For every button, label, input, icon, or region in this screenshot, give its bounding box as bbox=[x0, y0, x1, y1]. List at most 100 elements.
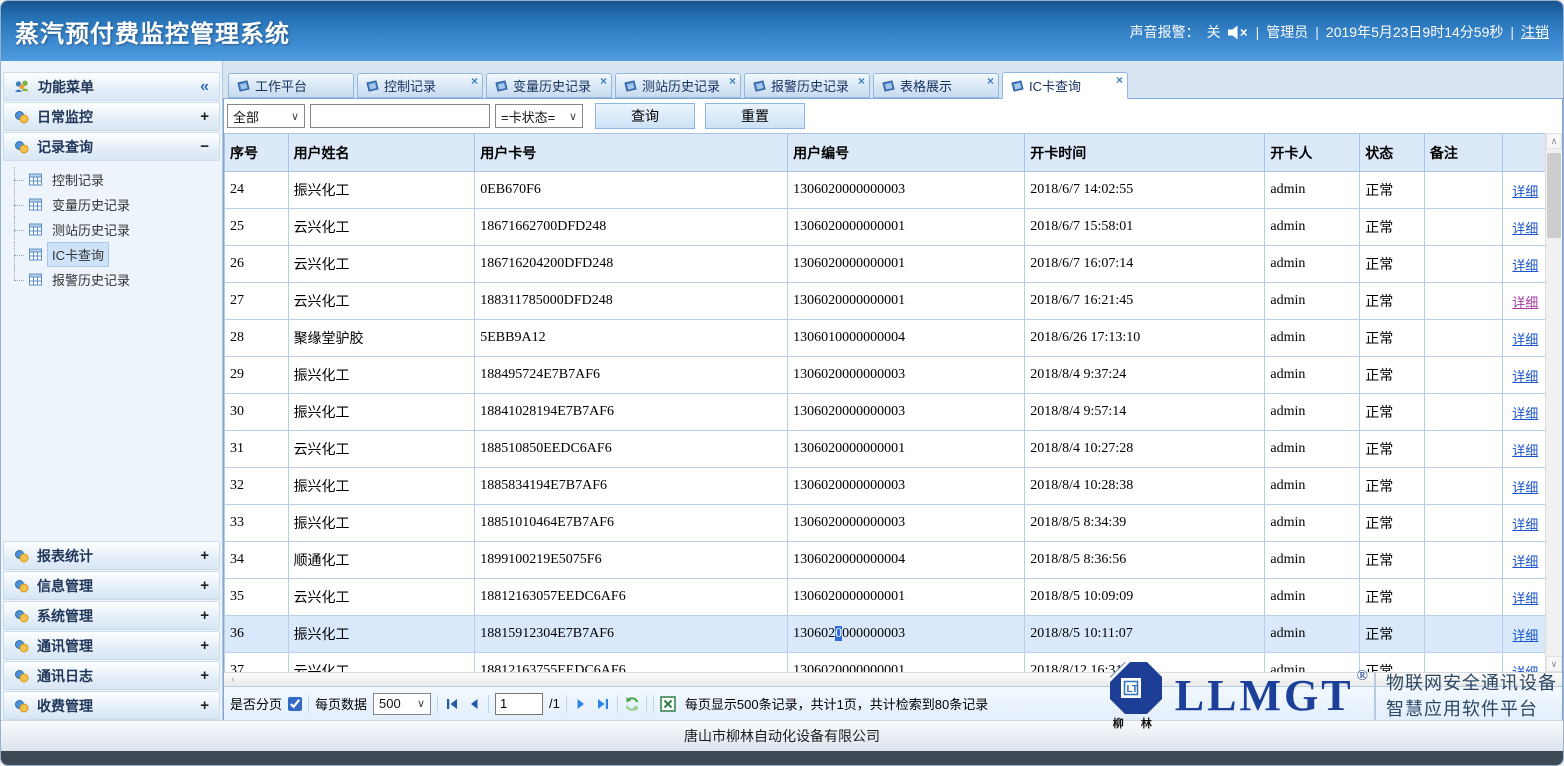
speaker-muted-icon[interactable] bbox=[1228, 25, 1249, 40]
cell-seq: 33 bbox=[225, 505, 289, 542]
sidebar-group-通讯日志[interactable]: 通讯日志 + bbox=[3, 661, 220, 690]
card-status-select[interactable]: =卡状态= ∨ bbox=[495, 104, 583, 128]
document-icon bbox=[236, 79, 250, 93]
sidebar-group-系统管理[interactable]: 系统管理 + bbox=[3, 601, 220, 630]
detail-link[interactable]: 详细 bbox=[1512, 517, 1538, 532]
sidebar-subitem-报警历史记录[interactable]: 报警历史记录 bbox=[1, 267, 222, 292]
sidebar-subitem-控制记录[interactable]: 控制记录 bbox=[1, 167, 222, 192]
tab-报警历史记录[interactable]: 报警历史记录 × bbox=[744, 73, 870, 98]
sidebar-subitem-IC卡查询[interactable]: IC卡查询 bbox=[1, 242, 222, 267]
table-row[interactable]: 26云兴化工186716204200DFD2481306020000000001… bbox=[225, 246, 1549, 283]
sidebar-subitem-测站历史记录[interactable]: 测站历史记录 bbox=[1, 217, 222, 242]
reset-button[interactable]: 重置 bbox=[705, 103, 805, 129]
table-row[interactable]: 36振兴化工18815912304E7B7AF61306020000000003… bbox=[225, 616, 1549, 653]
sound-alarm-state: 关 bbox=[1207, 22, 1221, 42]
cell-operator: admin bbox=[1265, 246, 1360, 283]
detail-link[interactable]: 详细 bbox=[1512, 369, 1538, 384]
cell-detail: 详细 bbox=[1502, 394, 1548, 431]
page-number-input[interactable] bbox=[495, 693, 543, 715]
last-page-icon[interactable] bbox=[595, 696, 611, 712]
table-row[interactable]: 31云兴化工188510850EEDC6AF613060200000000012… bbox=[225, 431, 1549, 468]
paginate-checkbox[interactable] bbox=[288, 697, 302, 711]
scrollbar-thumb[interactable] bbox=[1547, 153, 1561, 238]
tab-close-icon[interactable]: × bbox=[600, 75, 607, 87]
vertical-scrollbar[interactable]: ∧ ∨ bbox=[1545, 133, 1562, 672]
expand-state-icon[interactable]: + bbox=[200, 577, 209, 594]
category-select[interactable]: 全部 ∨ bbox=[227, 104, 305, 128]
expand-state-icon[interactable]: + bbox=[200, 697, 209, 714]
expand-state-icon[interactable]: − bbox=[200, 138, 209, 155]
sidebar-group-日常监控[interactable]: 日常监控 + bbox=[3, 102, 220, 131]
folder-group-icon bbox=[14, 699, 29, 713]
column-header-开卡人: 开卡人 bbox=[1265, 134, 1360, 172]
sidebar-menu-title[interactable]: 功能菜单 « bbox=[3, 72, 220, 101]
scroll-left-icon[interactable]: ‹ bbox=[227, 673, 239, 686]
search-input[interactable] bbox=[310, 104, 490, 128]
sidebar-group-报表统计[interactable]: 报表统计 + bbox=[3, 541, 220, 570]
tab-控制记录[interactable]: 控制记录 × bbox=[357, 73, 483, 98]
table-row[interactable]: 24振兴化工0EB670F613060200000000032018/6/7 1… bbox=[225, 172, 1549, 209]
content-panel: 全部 ∨ =卡状态= ∨ 查询 重置 序号用户 bbox=[223, 98, 1563, 721]
query-button[interactable]: 查询 bbox=[595, 103, 695, 129]
detail-link[interactable]: 详细 bbox=[1512, 480, 1538, 495]
document-icon bbox=[623, 79, 637, 93]
detail-link[interactable]: 详细 bbox=[1512, 591, 1538, 606]
expand-state-icon[interactable]: + bbox=[200, 667, 209, 684]
export-excel-icon[interactable] bbox=[660, 696, 676, 712]
sidebar-group-通讯管理[interactable]: 通讯管理 + bbox=[3, 631, 220, 660]
cell-user-code: 1306020000000001 bbox=[788, 283, 1025, 320]
logout-link[interactable]: 注销 bbox=[1521, 22, 1549, 42]
column-header-detail bbox=[1502, 134, 1548, 172]
sidebar-group-收费管理[interactable]: 收费管理 + bbox=[3, 691, 220, 720]
cell-card-number: 186716204200DFD248 bbox=[475, 246, 788, 283]
table-row[interactable]: 25云兴化工18671662700DFD24813060200000000012… bbox=[225, 209, 1549, 246]
table-row[interactable]: 35云兴化工18812163057EEDC6AF6130602000000000… bbox=[225, 579, 1549, 616]
tab-测站历史记录[interactable]: 测站历史记录 × bbox=[615, 73, 741, 98]
tab-表格展示[interactable]: 表格展示 × bbox=[873, 73, 999, 98]
table-row[interactable]: 33振兴化工18851010464E7B7AF61306020000000003… bbox=[225, 505, 1549, 542]
table-row[interactable]: 32振兴化工1885834194E7B7AF613060200000000032… bbox=[225, 468, 1549, 505]
expand-state-icon[interactable]: + bbox=[200, 547, 209, 564]
sidebar-subitem-label: IC卡查询 bbox=[47, 242, 109, 267]
expand-state-icon[interactable]: + bbox=[200, 607, 209, 624]
cell-remark bbox=[1424, 579, 1502, 616]
prev-page-icon[interactable] bbox=[466, 696, 482, 712]
tab-close-icon[interactable]: × bbox=[471, 75, 478, 87]
first-page-icon[interactable] bbox=[444, 696, 460, 712]
detail-link[interactable]: 详细 bbox=[1512, 628, 1538, 643]
sidebar-group-记录查询[interactable]: 记录查询 − bbox=[3, 132, 220, 161]
table-row[interactable]: 28聚缘堂驴胶5EBB9A1213060100000000042018/6/26… bbox=[225, 320, 1549, 357]
expand-state-icon[interactable]: + bbox=[200, 637, 209, 654]
cell-seq: 27 bbox=[225, 283, 289, 320]
logo-mark: LT 柳 林 bbox=[1109, 661, 1163, 731]
sidebar-collapse-icon[interactable]: « bbox=[200, 78, 209, 96]
tab-工作平台[interactable]: 工作平台 bbox=[228, 73, 354, 98]
table-row[interactable]: 29振兴化工188495724E7B7AF6130602000000000320… bbox=[225, 357, 1549, 394]
refresh-icon[interactable] bbox=[624, 696, 640, 712]
detail-link[interactable]: 详细 bbox=[1512, 554, 1538, 569]
cell-seq: 24 bbox=[225, 172, 289, 209]
next-page-icon[interactable] bbox=[573, 696, 589, 712]
scroll-up-icon[interactable]: ∧ bbox=[1546, 133, 1562, 149]
detail-link[interactable]: 详细 bbox=[1512, 332, 1538, 347]
detail-link[interactable]: 详细 bbox=[1512, 184, 1538, 199]
sidebar-subitem-变量历史记录[interactable]: 变量历史记录 bbox=[1, 192, 222, 217]
expand-state-icon[interactable]: + bbox=[200, 108, 209, 125]
detail-link[interactable]: 详细 bbox=[1512, 406, 1538, 421]
sidebar-group-信息管理[interactable]: 信息管理 + bbox=[3, 571, 220, 600]
detail-link[interactable]: 详细 bbox=[1512, 221, 1538, 236]
table-row[interactable]: 27云兴化工188311785000DFD2481306020000000001… bbox=[225, 283, 1549, 320]
tab-close-icon[interactable]: × bbox=[729, 75, 736, 87]
table-row[interactable]: 30振兴化工18841028194E7B7AF61306020000000003… bbox=[225, 394, 1549, 431]
cell-open-time: 2018/6/26 17:13:10 bbox=[1025, 320, 1265, 357]
table-row[interactable]: 34顺通化工1899100219E5075F613060200000000042… bbox=[225, 542, 1549, 579]
tab-close-icon[interactable]: × bbox=[1116, 74, 1123, 86]
page-size-select[interactable]: 500 ∨ bbox=[373, 693, 431, 715]
tab-IC卡查询[interactable]: IC卡查询 × bbox=[1002, 72, 1128, 99]
detail-link[interactable]: 详细 bbox=[1512, 295, 1538, 310]
tab-close-icon[interactable]: × bbox=[858, 75, 865, 87]
detail-link[interactable]: 详细 bbox=[1512, 258, 1538, 273]
tab-close-icon[interactable]: × bbox=[987, 75, 994, 87]
detail-link[interactable]: 详细 bbox=[1512, 443, 1538, 458]
tab-变量历史记录[interactable]: 变量历史记录 × bbox=[486, 73, 612, 98]
